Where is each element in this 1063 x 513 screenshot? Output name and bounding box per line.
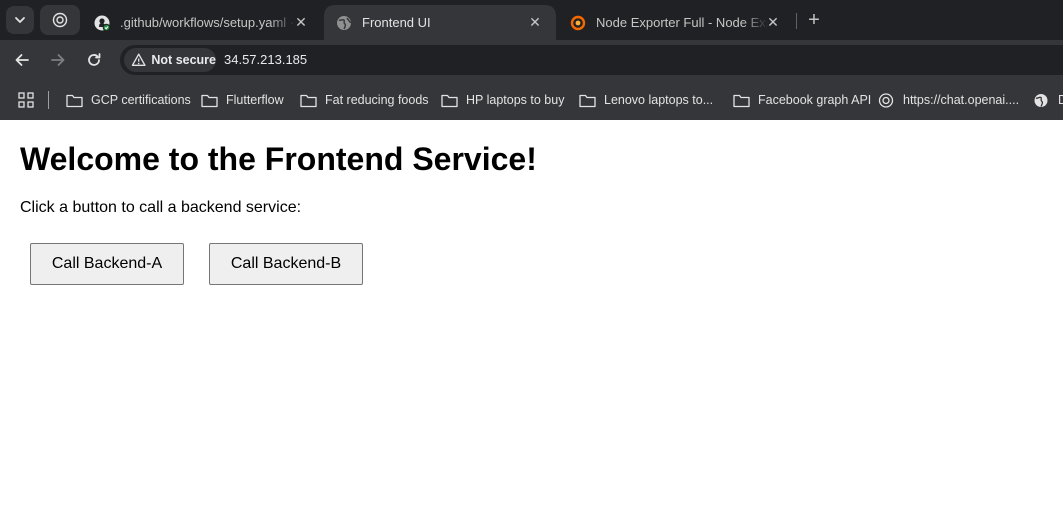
page-title: Welcome to the Frontend Service! [20,141,537,177]
tab-search-button[interactable] [6,6,34,34]
apps-grid-icon[interactable] [18,92,34,108]
folder-icon [300,94,317,107]
bookmark-folder[interactable]: GCP certifications [66,90,191,110]
openai-icon [52,12,68,28]
bookmark-folder[interactable]: HP laptops to buy [441,90,564,110]
call-backend-b-button[interactable]: Call Backend-B [209,243,363,285]
bookmark-link[interactable]: https://chat.openai.... [878,90,1019,110]
folder-icon [201,94,218,107]
globe-icon [337,15,352,30]
page-description: Click a button to call a backend service… [20,199,302,216]
tab-github-workflow[interactable]: .github/workflows/setup.yaml · ✕ [82,5,322,40]
bookmark-label: GCP certifications [91,93,191,107]
back-button[interactable] [10,48,34,72]
bookmarks-divider [48,91,49,109]
tab-frontend-ui[interactable]: Frontend UI ✕ [324,5,556,40]
back-arrow-icon [15,54,29,66]
security-indicator[interactable]: Not secure [124,48,216,72]
bookmarks-bar: GCP certifications Flutterflow Fat reduc… [0,80,1063,120]
pinned-tab-chatgpt[interactable] [40,5,80,35]
bookmark-label: Flutterflow [226,93,284,107]
bookmark-folder[interactable]: Flutterflow [201,90,284,110]
bookmark-label: https://chat.openai.... [903,93,1020,107]
tab-strip: .github/workflows/setup.yaml · ✕ Fronten… [0,0,1063,40]
bookmark-folder[interactable]: Facebook graph API [733,90,871,110]
bookmark-label: D [1058,93,1063,107]
tab-node-exporter[interactable]: Node Exporter Full - Node Exporter ✕ [558,5,794,40]
tab-separator [796,13,797,29]
folder-icon [579,94,596,107]
bookmark-folder[interactable]: Fat reducing foods [300,90,429,110]
openai-icon [878,92,894,108]
call-backend-a-button[interactable]: Call Backend-A [30,243,184,285]
forward-arrow-icon [51,54,65,66]
reload-button[interactable] [82,48,106,72]
tab-title: Node Exporter Full - Node Exporter [596,15,768,30]
close-icon[interactable]: ✕ [292,13,310,31]
bookmark-folder[interactable]: Lenovo laptops to... [579,90,713,110]
page-viewport: Welcome to the Frontend Service! Click a… [0,120,1063,513]
bookmark-label: Fat reducing foods [325,93,429,107]
bookmark-link[interactable]: D [1033,90,1063,110]
github-icon [94,15,110,31]
tab-title: .github/workflows/setup.yaml · [120,15,295,30]
reload-icon [88,53,101,66]
folder-icon [441,94,458,107]
chevron-down-icon [15,17,25,23]
url-text[interactable]: 34.57.213.185 [224,52,307,67]
bookmark-label: Facebook graph API [758,93,872,107]
new-tab-button[interactable]: + [803,9,825,31]
warning-icon [131,53,146,66]
folder-icon [66,94,83,107]
bookmark-label: HP laptops to buy [466,93,565,107]
folder-icon [733,94,750,107]
globe-icon [1034,93,1048,107]
close-icon[interactable]: ✕ [764,13,782,31]
security-label: Not secure [151,53,216,67]
grafana-icon [570,15,586,30]
browser-toolbar: Not secure 34.57.213.185 [0,40,1063,80]
forward-button[interactable] [46,48,70,72]
close-icon[interactable]: ✕ [526,13,544,31]
bookmark-label: Lenovo laptops to... [604,93,714,107]
tab-title: Frontend UI [362,15,431,30]
address-bar[interactable]: Not secure 34.57.213.185 [120,45,1063,75]
